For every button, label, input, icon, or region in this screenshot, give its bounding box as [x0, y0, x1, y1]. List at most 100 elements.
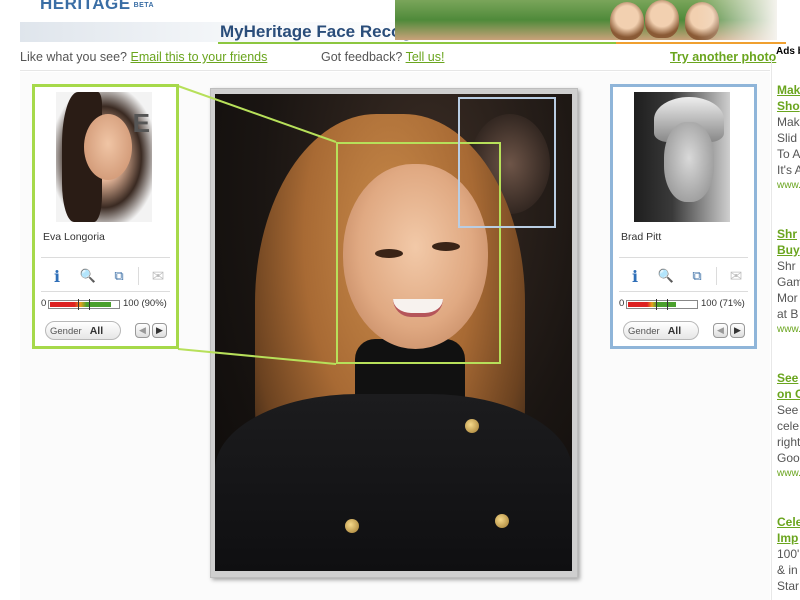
meter-tick	[78, 299, 79, 310]
ad-line: at B	[777, 307, 799, 321]
banner-child-face	[610, 2, 644, 40]
meter-max-label: 100 (90%)	[123, 298, 167, 309]
try-another-photo-link[interactable]: Try another photo	[670, 50, 776, 64]
prev-match-button[interactable]: ◀	[713, 323, 728, 338]
divider	[41, 291, 170, 292]
ad-line: To A	[777, 147, 800, 161]
ad-line: See	[777, 403, 799, 417]
similarity-meter: 0 100 (71%)	[619, 298, 754, 310]
banner-child-face	[645, 0, 679, 38]
meter-min-label: 0	[619, 298, 625, 309]
banner-fade	[697, 0, 777, 40]
match-card-1: E Eva Longoria i 🔍 ⧉ ✉ 0 100 (90%) Gende…	[32, 84, 179, 349]
match-toolbar: i 🔍 ⧉ ✉	[45, 265, 170, 287]
compare-icon[interactable]: ⧉	[107, 266, 131, 286]
email-friends-link[interactable]: Email this to your friends	[131, 50, 268, 64]
ad-line: Shr	[777, 259, 796, 273]
ad-url[interactable]: www.	[777, 466, 800, 482]
coat-button	[495, 514, 509, 528]
ad-headline[interactable]: Shr	[777, 226, 800, 242]
meter-max-label: 100 (71%)	[701, 298, 745, 309]
ad-line: Star	[777, 579, 800, 593]
header-banner-image	[395, 0, 777, 40]
gender-value: All	[89, 325, 104, 337]
search-face-icon[interactable]: 🔍	[76, 266, 100, 286]
info-icon[interactable]: i	[623, 266, 647, 286]
logo-text: HERITAGE	[40, 0, 131, 13]
gender-label: Gender	[628, 326, 660, 337]
divider	[20, 70, 770, 71]
thumb-face	[664, 122, 714, 202]
prev-match-button[interactable]: ◀	[135, 323, 150, 338]
meter-min-label: 0	[41, 298, 47, 309]
match-name: Eva Longoria	[43, 231, 105, 243]
meter-bar	[626, 299, 698, 310]
similarity-meter: 0 100 (90%)	[41, 298, 176, 310]
ad-url[interactable]: www.	[777, 322, 800, 338]
ad-line: Gam	[777, 275, 800, 289]
match-card-2: Brad Pitt i 🔍 ⧉ ✉ 0 100 (71%) Gender All …	[610, 84, 757, 349]
ad-line: It's A	[777, 163, 800, 177]
ad-line: Mak	[777, 115, 800, 129]
ads-separator	[771, 60, 772, 600]
mail-icon[interactable]: ✉	[724, 266, 748, 286]
ad-headline[interactable]: Buy	[777, 242, 800, 258]
divider	[41, 257, 170, 258]
tell-us-link[interactable]: Tell us!	[406, 50, 445, 64]
ad-headline[interactable]: Mak	[777, 82, 800, 98]
title-underline-green	[218, 42, 616, 44]
feedback-prompt: Got feedback? Tell us!	[321, 50, 444, 64]
thumb-face	[84, 114, 132, 180]
share-prompt: Like what you see? Email this to your fr…	[20, 50, 267, 64]
ad-headline[interactable]: See	[777, 370, 800, 386]
beta-badge: BETA	[133, 2, 155, 9]
ad-line: Mor	[777, 291, 798, 305]
ad-headline[interactable]: Imp	[777, 530, 800, 546]
ad-unit[interactable]: See on C See cele right Goo www.	[777, 370, 800, 482]
ad-headline[interactable]: Cele	[777, 514, 800, 530]
ad-line: Goo	[777, 451, 800, 465]
info-icon[interactable]: i	[45, 266, 69, 286]
mail-icon[interactable]: ✉	[146, 266, 170, 286]
meter-fill	[628, 302, 676, 307]
ad-line: 100'	[777, 547, 800, 561]
compare-icon[interactable]: ⧉	[685, 266, 709, 286]
ad-unit[interactable]: Shr Buy Shr Gam Mor at B www.	[777, 226, 800, 338]
thumb-backdrop-text: E	[132, 108, 150, 138]
ad-line: right	[777, 435, 800, 449]
title-underline-orange	[616, 42, 786, 44]
match-toolbar: i 🔍 ⧉ ✉	[623, 265, 748, 287]
search-face-icon[interactable]: 🔍	[654, 266, 678, 286]
match-thumbnail[interactable]: E	[56, 92, 152, 222]
ad-line: cele	[777, 419, 800, 433]
ad-headline[interactable]: Sho	[777, 98, 800, 114]
ad-line: & in	[777, 563, 798, 577]
match-thumbnail[interactable]	[634, 92, 730, 222]
meter-tick	[89, 299, 90, 310]
match-name: Brad Pitt	[621, 231, 662, 243]
coat-button	[345, 519, 359, 533]
like-text: Like what you see?	[20, 50, 128, 64]
ad-unit[interactable]: Cele Imp 100' & in Star	[777, 514, 800, 594]
detected-face-box[interactable]	[458, 97, 556, 228]
gender-filter[interactable]: Gender All	[623, 321, 699, 340]
gender-filter[interactable]: Gender All	[45, 321, 121, 340]
ads-label: Ads b	[776, 46, 800, 57]
next-match-button[interactable]: ▶	[730, 323, 745, 338]
myheritage-logo[interactable]: HERITAGE BETA	[40, 0, 154, 14]
meter-bar	[48, 299, 120, 310]
toolbar-separator	[138, 267, 139, 285]
divider	[619, 257, 748, 258]
meter-fill	[50, 302, 111, 307]
ad-url[interactable]: www.	[777, 178, 800, 194]
feedback-text: Got feedback?	[321, 50, 403, 64]
meter-tick	[656, 299, 657, 310]
ad-headline[interactable]: on C	[777, 386, 800, 402]
next-match-button[interactable]: ▶	[152, 323, 167, 338]
gender-label: Gender	[50, 326, 82, 337]
meter-tick	[667, 299, 668, 310]
coat-button	[465, 419, 479, 433]
ad-line: Slid	[777, 131, 798, 145]
divider	[619, 291, 748, 292]
ad-unit[interactable]: Mak Sho Mak Slid To A It's A www.	[777, 82, 800, 194]
